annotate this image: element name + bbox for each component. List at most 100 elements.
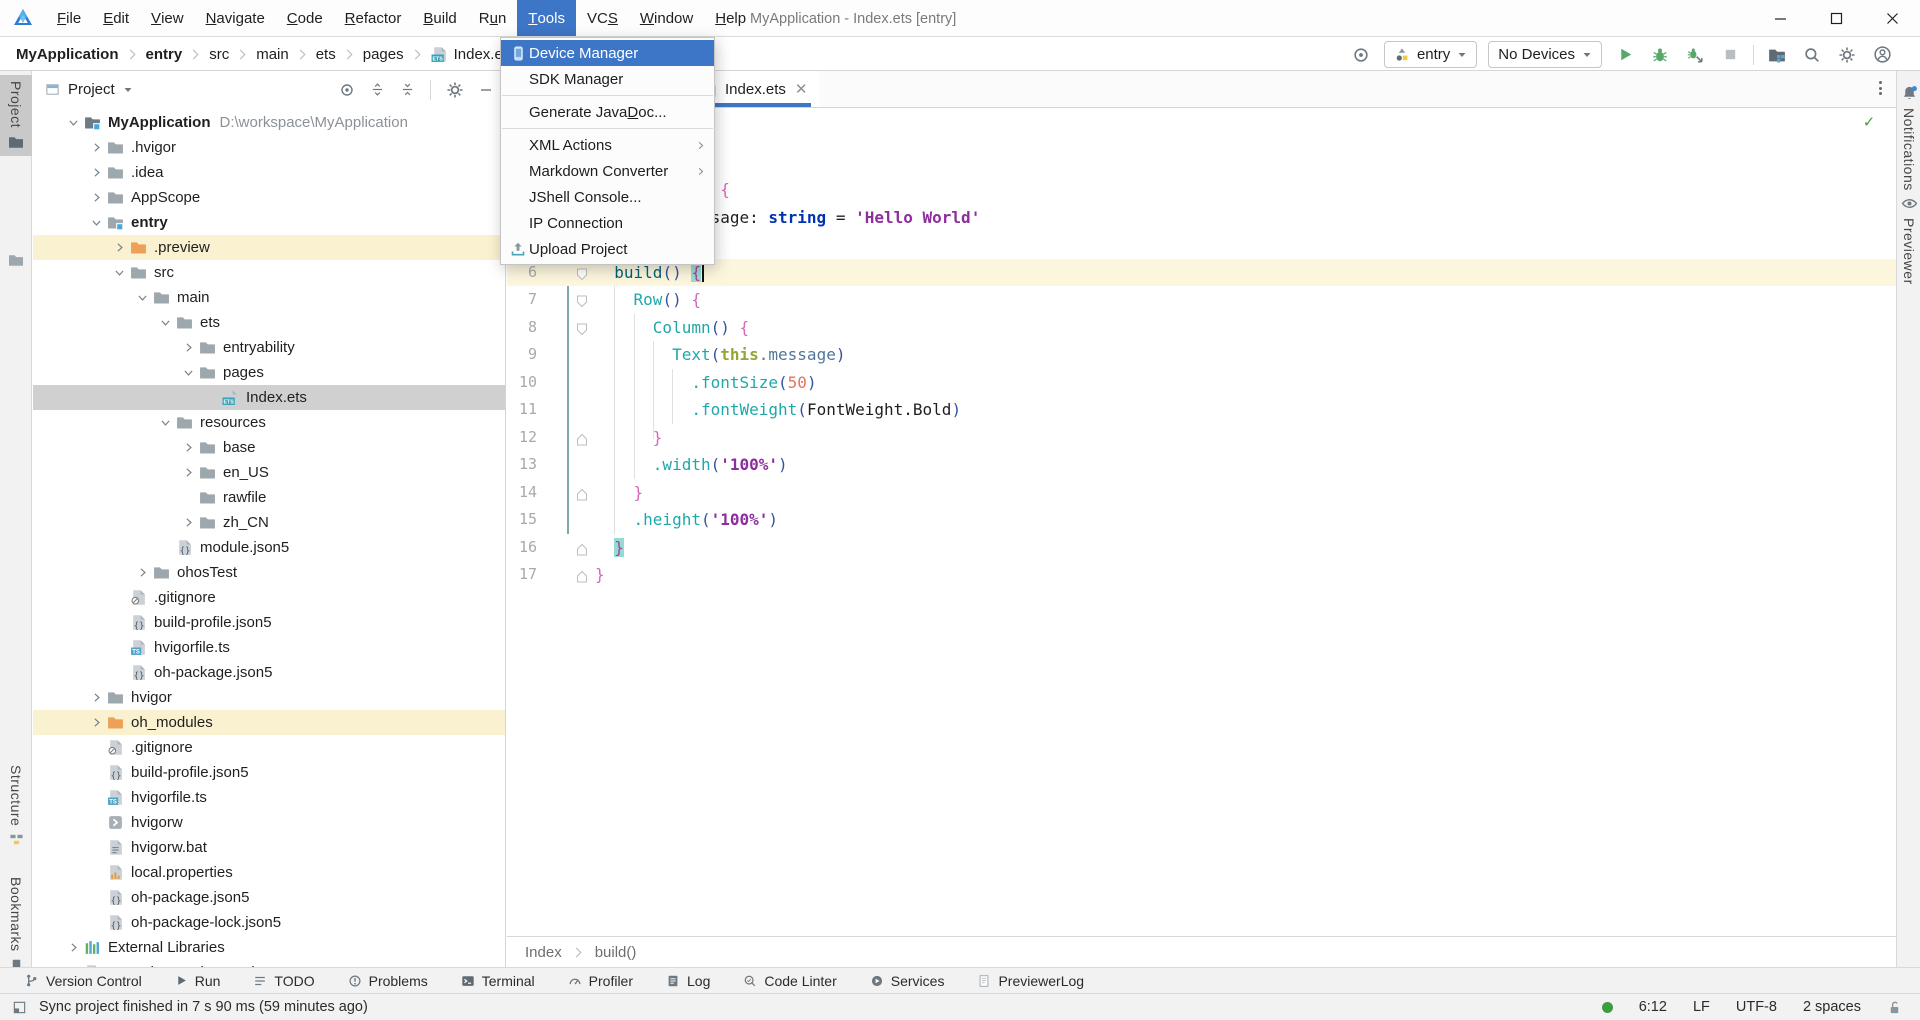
code-line-17[interactable]: 17 } <box>507 561 1896 589</box>
tool-window-toggle-icon[interactable] <box>12 1000 27 1015</box>
tool-button-terminal[interactable]: Terminal <box>461 973 535 989</box>
breadcrumb-item[interactable]: entry <box>146 46 183 63</box>
project-view-selector[interactable]: Project <box>45 81 133 98</box>
code-line-5[interactable]: 5 <box>507 231 1896 259</box>
code-line-10[interactable]: 10 .fontSize(50) <box>507 369 1896 397</box>
menu-navigate[interactable]: Navigate <box>195 0 276 36</box>
tree-item-local-properties[interactable]: local.properties <box>33 860 505 885</box>
editor-breadcrumb-item[interactable]: Index <box>525 944 562 961</box>
tree-item-main[interactable]: main <box>33 285 505 310</box>
menu-item-markdown-converter[interactable]: Markdown Converter <box>501 158 714 184</box>
code-line-14[interactable]: 14 } <box>507 479 1896 507</box>
tree-chevron-icon[interactable] <box>62 116 84 129</box>
tool-button-version-control[interactable]: Version Control <box>24 973 142 989</box>
tool-button-notifications[interactable]: Notifications <box>1897 81 1920 195</box>
code-line-1[interactable]: 1 @Entry <box>507 121 1896 149</box>
line-separator[interactable]: LF <box>1693 999 1710 1015</box>
fold-marker-icon[interactable] <box>576 568 588 587</box>
fold-marker-icon[interactable] <box>576 293 588 312</box>
fold-marker-icon[interactable] <box>576 541 588 560</box>
tool-button-todo[interactable]: TODO <box>253 973 314 989</box>
tree-chevron-icon[interactable] <box>62 941 84 954</box>
menu-item-device-manager[interactable]: Device Manager <box>501 40 714 66</box>
tree-item-hvigorfile-ts[interactable]: TS hvigorfile.ts <box>33 785 505 810</box>
tree-chevron-icon[interactable] <box>85 716 107 729</box>
tree-chevron-icon[interactable] <box>108 266 130 279</box>
tree-item-base[interactable]: base <box>33 435 505 460</box>
tree-chevron-icon[interactable] <box>154 316 176 329</box>
fold-marker-icon[interactable] <box>576 486 588 505</box>
tree-item-oh-package-json5[interactable]: {} oh-package.json5 <box>33 885 505 910</box>
account-button[interactable] <box>1870 43 1894 67</box>
tree-item-oh-package-lock-json5[interactable]: {} oh-package-lock.json5 <box>33 910 505 935</box>
stop-button[interactable] <box>1718 43 1742 67</box>
editor-breadcrumb-item[interactable]: build() <box>595 944 637 961</box>
menu-edit[interactable]: Edit <box>92 0 140 36</box>
tool-button-log[interactable]: Log <box>666 973 710 989</box>
breadcrumb-item[interactable]: MyApplication <box>16 46 119 63</box>
breadcrumb-item[interactable]: pages <box>363 46 404 63</box>
tree-chevron-icon[interactable] <box>85 141 107 154</box>
code-line-4[interactable]: 4 @State message: string = 'Hello World' <box>507 204 1896 232</box>
tree-chevron-icon[interactable] <box>108 241 130 254</box>
tool-button-run[interactable]: Run <box>175 973 221 989</box>
minimize-button[interactable] <box>1752 0 1808 37</box>
menu-window[interactable]: Window <box>629 0 704 36</box>
tree-item--hvigor[interactable]: .hvigor <box>33 135 505 160</box>
tree-item-module-json5[interactable]: {} module.json5 <box>33 535 505 560</box>
tree-chevron-icon[interactable] <box>85 191 107 204</box>
tree-item-hvigorfile-ts[interactable]: TS hvigorfile.ts <box>33 635 505 660</box>
menu-refactor[interactable]: Refactor <box>334 0 413 36</box>
code-line-7[interactable]: 7 Row() { <box>507 286 1896 314</box>
tab-close-icon[interactable]: ✕ <box>793 80 808 98</box>
tree-item-entry[interactable]: entry <box>33 210 505 235</box>
menu-run[interactable]: Run <box>468 0 518 36</box>
status-message[interactable]: Sync project finished in 7 s 90 ms (59 m… <box>39 999 368 1015</box>
tree-item-myapplication[interactable]: MyApplicationD:\workspace\MyApplication <box>33 110 505 135</box>
tree-chevron-icon[interactable] <box>154 416 176 429</box>
tree-chevron-icon[interactable] <box>177 341 199 354</box>
tree-chevron-icon[interactable] <box>85 166 107 179</box>
tree-item-index-ets[interactable]: ETS Index.ets <box>33 385 505 410</box>
tree-chevron-icon[interactable] <box>85 216 107 229</box>
collapse-all-button[interactable] <box>400 82 415 97</box>
run-config-select[interactable]: entry <box>1384 41 1477 68</box>
code-line-13[interactable]: 13 .width('100%') <box>507 451 1896 479</box>
code-line-16[interactable]: 16 } <box>507 534 1896 562</box>
debug-button[interactable] <box>1648 43 1672 67</box>
menu-vcs[interactable]: VCS <box>576 0 629 36</box>
tool-button-problems[interactable]: Problems <box>348 973 428 989</box>
menu-file[interactable]: File <box>46 0 92 36</box>
tree-item-build-profile-json5[interactable]: {} build-profile.json5 <box>33 760 505 785</box>
menu-build[interactable]: Build <box>412 0 467 36</box>
breadcrumb-item[interactable]: src <box>209 46 229 63</box>
tree-item-oh-modules[interactable]: oh_modules <box>33 710 505 735</box>
expand-all-button[interactable] <box>370 82 385 97</box>
tree-item-oh-package-json5[interactable]: {} oh-package.json5 <box>33 660 505 685</box>
code-line-12[interactable]: 12 } <box>507 424 1896 452</box>
hide-panel-button[interactable] <box>479 83 493 97</box>
tab-options-icon[interactable] <box>1879 81 1882 95</box>
panel-settings-button[interactable] <box>446 81 464 99</box>
tree-item-pages[interactable]: pages <box>33 360 505 385</box>
tree-item-zh-cn[interactable]: zh_CN <box>33 510 505 535</box>
menu-item-ip-connection[interactable]: IP Connection <box>501 210 714 236</box>
inspection-ok-icon[interactable]: ✓ <box>1864 112 1874 132</box>
fold-marker-icon[interactable] <box>576 431 588 450</box>
tool-button-folder[interactable] <box>0 246 32 274</box>
tree-chevron-icon[interactable] <box>85 691 107 704</box>
menu-item-upload-project[interactable]: Upload Project <box>501 236 714 262</box>
code-line-8[interactable]: 8 Column() { <box>507 314 1896 342</box>
tree-chevron-icon[interactable] <box>177 366 199 379</box>
file-encoding[interactable]: UTF-8 <box>1736 999 1777 1015</box>
tool-button-bookmarks[interactable]: Bookmarks <box>0 871 32 979</box>
tree-chevron-icon[interactable] <box>177 466 199 479</box>
menu-item-jshell-console[interactable]: JShell Console... <box>501 184 714 210</box>
tree-item-resources[interactable]: resources <box>33 410 505 435</box>
tool-button-previewerlog[interactable]: PreviewerLog <box>977 973 1084 989</box>
search-everywhere-button[interactable] <box>1800 43 1824 67</box>
caret-position[interactable]: 6:12 <box>1639 999 1667 1015</box>
code-editor[interactable]: 1 @Entry 2 @Component 3 struct Index { 4… <box>507 108 1896 936</box>
code-line-2[interactable]: 2 @Component <box>507 149 1896 177</box>
tree-item-entryability[interactable]: entryability <box>33 335 505 360</box>
